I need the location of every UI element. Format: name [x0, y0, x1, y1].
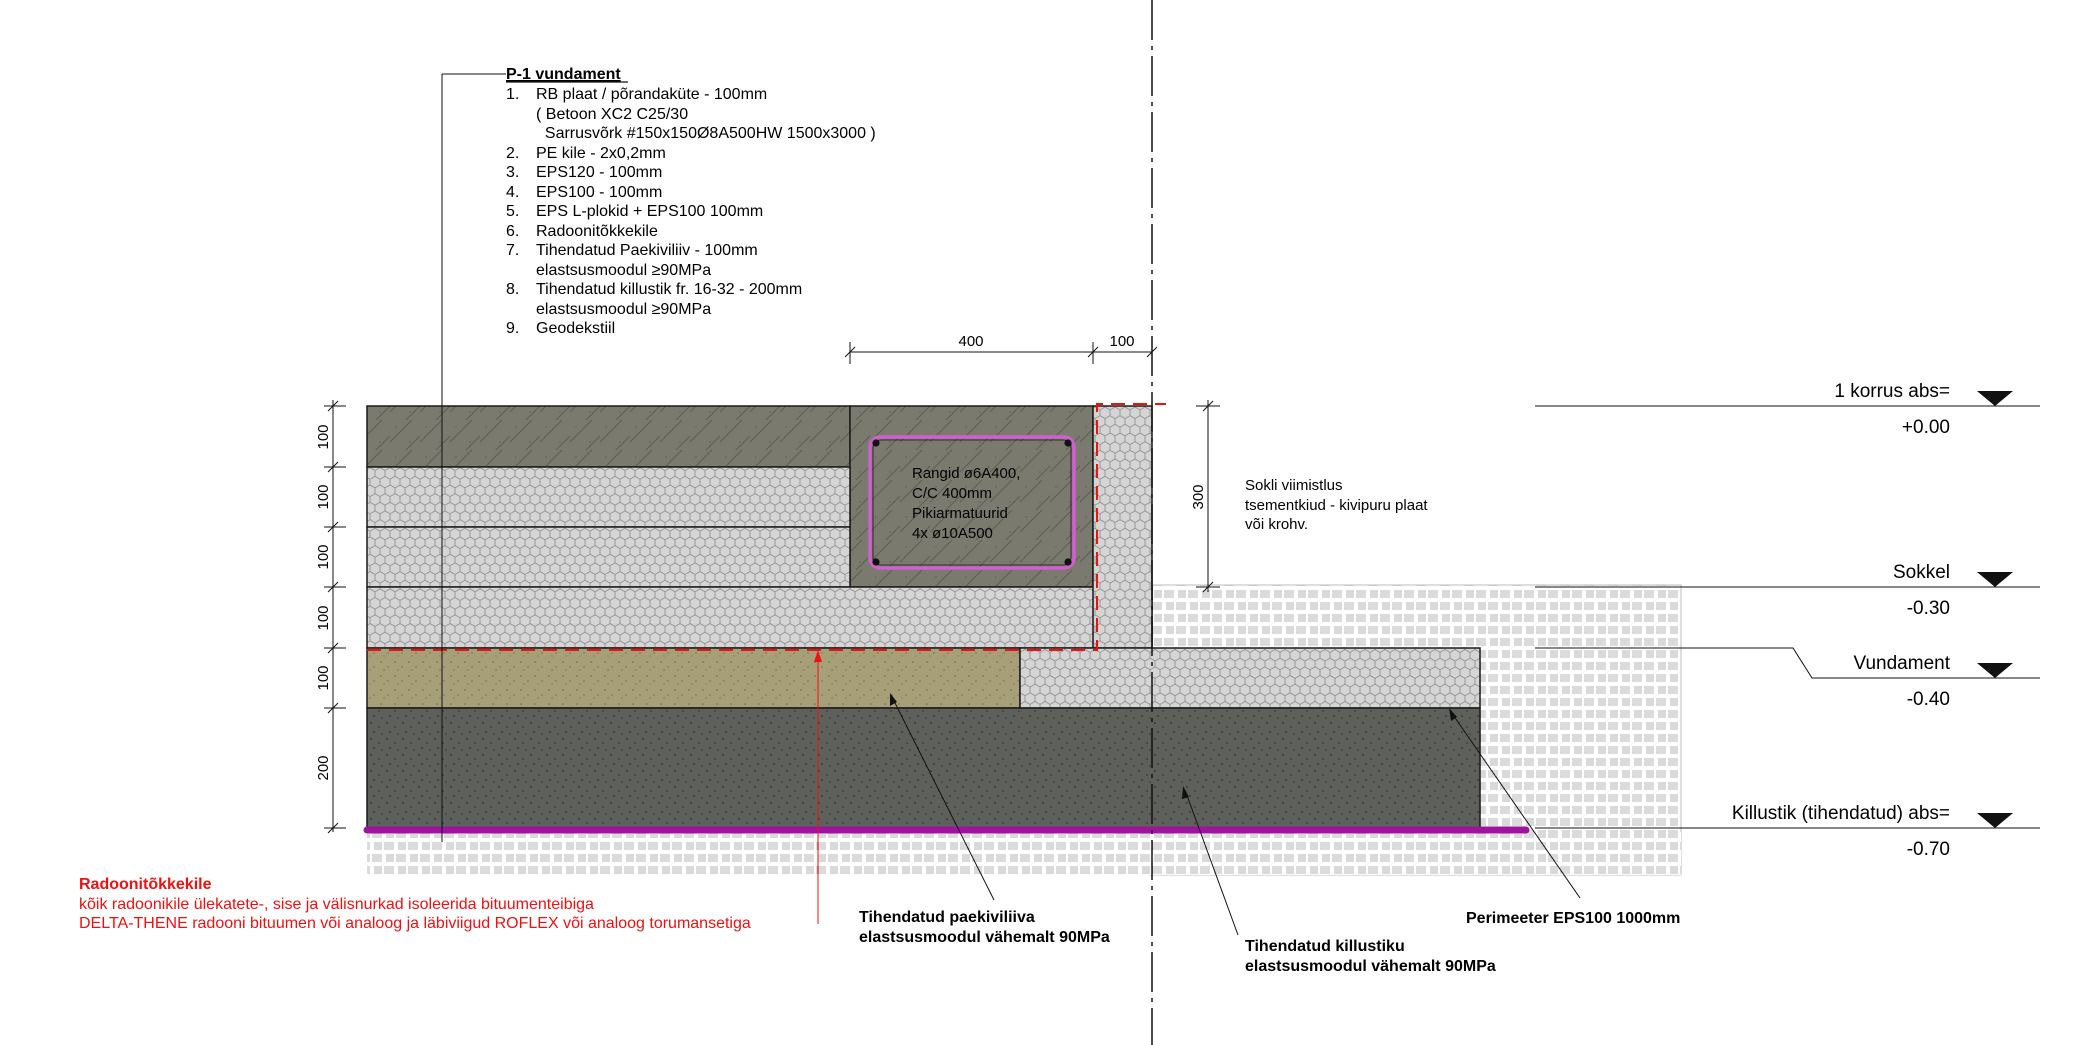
beam-note-line: 4x ø10A500 — [912, 525, 993, 542]
perimeter-callout: Perimeeter EPS100 1000mm — [1466, 910, 1680, 927]
level-name: Vundament — [1854, 653, 1951, 674]
level-name: Sokkel — [1893, 562, 1950, 583]
radon-note-text: kõik radoonikile ülekatete-, sise ja väl… — [79, 896, 751, 932]
dimension-label: 300 — [1190, 484, 1207, 509]
level-marker-floor: 1 korrus abs= +0.00 — [1535, 381, 2040, 438]
level-value: -0.30 — [1907, 598, 1950, 619]
limestone-sand-layer — [366, 647, 1021, 709]
level-value: -0.40 — [1907, 689, 1950, 710]
spec-list: 1. RB plaat / põrandaküte - 100mm ( Betoo… — [506, 86, 880, 337]
rebar-bar — [872, 558, 880, 566]
level-name: 1 korrus abs= — [1834, 381, 1950, 402]
eps100-layer — [366, 526, 851, 588]
dimension-label: 100 — [315, 544, 332, 569]
dimension-label: 100 — [315, 424, 332, 449]
beam-note-line: Rangid ø6A400, — [912, 465, 1020, 482]
level-value: -0.70 — [1907, 839, 1950, 860]
dimension-label: 100 — [1109, 333, 1134, 350]
eps-lblock-bottom — [366, 586, 1153, 649]
eps-lblock-side — [1092, 405, 1153, 649]
spec-title: P-1 vundament — [506, 66, 621, 83]
plinth-note: Sokli viimistlus tsementkiud - kivipuru … — [1245, 477, 1432, 533]
dimension-label: 400 — [958, 333, 983, 350]
dimension-label: 200 — [315, 755, 332, 780]
eps120-layer — [366, 466, 851, 528]
beam-note-line: Pikiarmatuurid — [912, 505, 1008, 522]
radon-note-title: Radoonitõkkekile — [79, 876, 212, 893]
dimension-label: 100 — [315, 484, 332, 509]
foundation-section-drawing: Rangid ø6A400, C/C 400mm Pikiarmatuurid … — [79, 0, 2040, 1045]
slab-concrete — [366, 405, 851, 468]
perimeter-eps100 — [1019, 647, 1481, 709]
beam-note-line: C/C 400mm — [912, 485, 992, 502]
rebar-bar — [872, 439, 880, 447]
limestone-callout: Tihendatud paekiviliiva elastsusmoodul v… — [859, 909, 1110, 946]
level-value: +0.00 — [1902, 417, 1950, 438]
soil-under-gravel — [367, 832, 1681, 875]
gravel-callout: Tihendatud killustiku elastsusmoodul väh… — [1245, 938, 1496, 975]
rebar-bar — [1064, 439, 1072, 447]
dimension-label: 100 — [315, 665, 332, 690]
level-name: Killustik (tihendatud) abs= — [1732, 803, 1950, 824]
gravel-layer — [366, 707, 1481, 829]
dimension-label: 100 — [315, 605, 332, 630]
rebar-bar — [1064, 558, 1072, 566]
